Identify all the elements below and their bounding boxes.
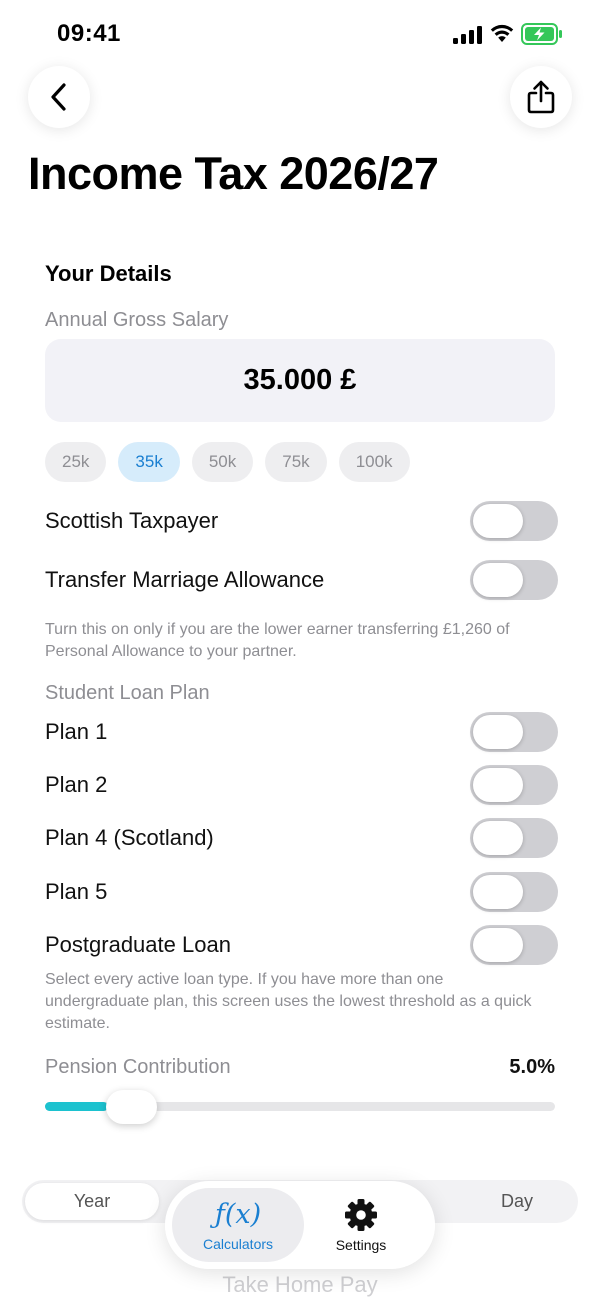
scottish-taxpayer-label: Scottish Taxpayer — [45, 508, 219, 533]
preset-chip-35k[interactable]: 35k — [118, 442, 180, 482]
share-button[interactable] — [510, 66, 572, 128]
share-icon — [527, 80, 555, 114]
tab-settings-label: Settings — [335, 1236, 387, 1253]
take-home-pay-heading: Take Home Pay — [222, 1272, 378, 1297]
preset-chip-50k[interactable]: 50k — [191, 442, 254, 482]
wifi-icon — [490, 24, 514, 42]
plan-5-label: Plan 5 — [45, 879, 108, 904]
toggle-knob — [473, 928, 523, 962]
toggle-knob — [473, 821, 523, 855]
postgraduate-loan-toggle[interactable] — [470, 925, 558, 965]
plan-5-toggle[interactable] — [470, 872, 558, 912]
toggle-knob — [473, 768, 523, 802]
preset-chip-75k[interactable]: 75k — [265, 442, 327, 482]
preset-chip-100k[interactable]: 100k — [338, 442, 410, 482]
period-day-option[interactable]: Day — [467, 1183, 567, 1220]
chevron-left-icon — [51, 83, 66, 111]
toggle-knob — [473, 715, 523, 749]
salary-presets: 25k 35k 50k 75k 100k — [45, 442, 410, 482]
tab-settings[interactable]: Settings — [295, 1181, 427, 1269]
section-heading-your-details: Your Details — [45, 261, 172, 286]
gear-icon — [345, 1198, 377, 1231]
salary-input[interactable]: 35.000 £ — [45, 339, 555, 422]
battery-charging-icon — [521, 23, 562, 45]
student-loan-heading: Student Loan Plan — [45, 682, 210, 704]
status-time: 09:41 — [57, 20, 121, 47]
back-button[interactable] — [28, 66, 90, 128]
pension-slider-thumb[interactable] — [106, 1090, 157, 1124]
plan-1-label: Plan 1 — [45, 719, 108, 744]
postgraduate-loan-label: Postgraduate Loan — [45, 932, 231, 957]
scottish-taxpayer-toggle[interactable] — [470, 501, 558, 541]
plan-2-toggle[interactable] — [470, 765, 558, 805]
student-loan-help: Select every active loan type. If you ha… — [45, 971, 532, 1032]
status-bar: 09:41 — [0, 0, 600, 70]
marriage-allowance-toggle[interactable] — [470, 560, 558, 600]
tab-calculators-label: Calculators — [202, 1235, 274, 1252]
period-year-option[interactable]: Year — [25, 1183, 159, 1220]
plan-4-toggle[interactable] — [470, 818, 558, 858]
page-title: Income Tax 2026/27 — [28, 148, 439, 199]
toggle-knob — [473, 875, 523, 909]
salary-label: Annual Gross Salary — [45, 309, 229, 331]
tab-bar: ƒ(x) Calculators Settings — [165, 1181, 435, 1269]
toggle-knob — [473, 563, 523, 597]
tab-calculators[interactable]: ƒ(x) Calculators — [172, 1181, 304, 1269]
cellular-signal-icon — [453, 26, 482, 44]
preset-chip-25k[interactable]: 25k — [45, 442, 107, 482]
pension-label: Pension Contribution — [45, 1056, 231, 1078]
marriage-allowance-help: Turn this on only if you are the lower e… — [45, 621, 510, 660]
toggle-knob — [473, 504, 523, 538]
plan-2-label: Plan 2 — [45, 772, 108, 797]
plan-1-toggle[interactable] — [470, 712, 558, 752]
plan-4-label: Plan 4 (Scotland) — [45, 825, 214, 850]
pension-value: 5.0% — [509, 1056, 555, 1078]
pension-slider-fill — [45, 1102, 108, 1111]
function-icon: ƒ(x) — [214, 1198, 262, 1230]
marriage-allowance-label: Transfer Marriage Allowance — [45, 567, 325, 592]
